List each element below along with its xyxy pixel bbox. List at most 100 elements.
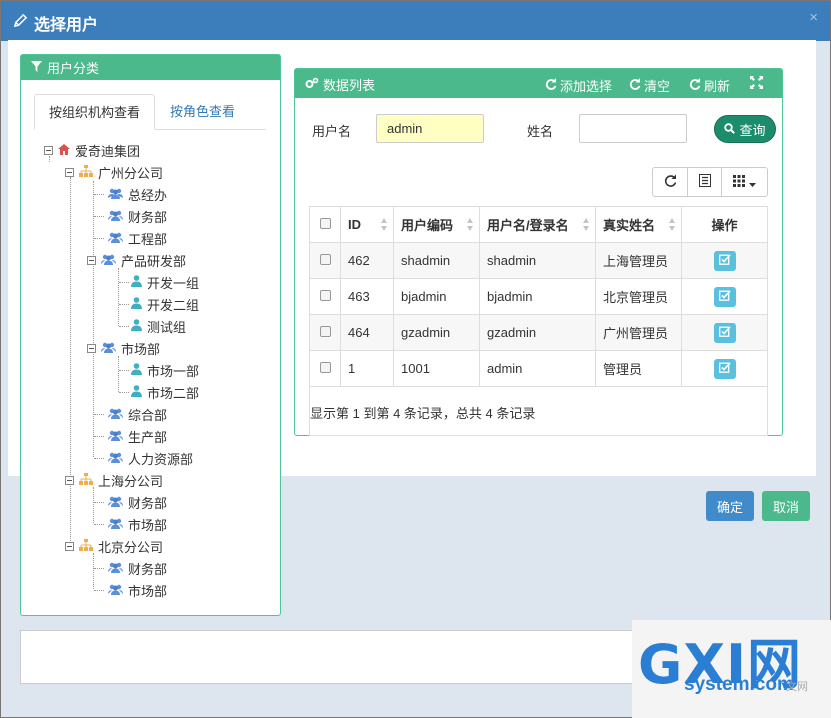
action-cell [681,242,768,279]
sitemap-icon [79,164,93,180]
watermark-domain: system.com [684,674,794,695]
realname-label: 姓名 [527,124,554,139]
collapse-toggle-icon[interactable] [65,167,74,177]
edit-button[interactable] [713,250,736,271]
tree-node-dept[interactable]: 总经办 [108,184,167,204]
tree-label: 产品研发部 [121,253,187,269]
row-select-cell[interactable] [309,242,341,279]
tree-node-dept[interactable]: 综合部 [108,404,167,424]
table-row[interactable]: 464 gzadmin gzadmin 广州管理员 [309,314,768,351]
collapse-toggle-icon[interactable] [44,145,53,155]
edit-icon [718,289,731,304]
collapse-toggle-icon[interactable] [65,541,74,551]
select-all-cell[interactable] [309,206,341,243]
col-login[interactable]: 用户名/登录名 [479,206,596,243]
row-checkbox[interactable] [319,326,331,337]
users-icon [108,429,123,444]
tree-node-group[interactable]: 市场二部 [131,382,199,402]
table-row[interactable]: 462 shadmin shadmin 上海管理员 [309,242,768,279]
columns-button[interactable] [722,167,768,197]
row-checkbox[interactable] [319,290,331,301]
edit-button[interactable] [713,322,736,343]
col-login-label: 用户名/登录名 [487,218,569,233]
col-name-label: 真实姓名 [603,218,656,233]
code-cell: gzadmin [393,314,480,351]
collapse-toggle-icon[interactable] [87,343,96,353]
home-icon [58,143,70,158]
id-cell: 462 [340,242,394,279]
edit-icon [718,361,731,376]
fullscreen-button[interactable] [750,76,763,92]
tree-node-guangzhou[interactable]: 广州分公司 [65,162,163,182]
tree-node-dept[interactable]: 财务部 [108,492,167,512]
table-toolbar [652,167,768,197]
username-input[interactable]: admin [376,114,484,143]
tree-node-dept[interactable]: 财务部 [108,558,167,578]
tree-node-dept[interactable]: 市场部 [108,514,167,534]
tree-label: 市场一部 [147,363,200,379]
row-checkbox[interactable] [319,254,331,265]
tree-label: 开发一组 [147,275,200,291]
realname-input[interactable] [579,114,687,143]
tree-node-dept[interactable]: 工程部 [108,228,167,248]
edit-button[interactable] [713,358,736,379]
name-cell: 管理员 [595,350,682,387]
tree-node-dept[interactable]: 生产部 [108,426,167,446]
tree-label: 综合部 [128,407,168,423]
sort-icon [467,218,474,232]
confirm-button[interactable]: 确定 [706,491,754,521]
tree-node-market[interactable]: 市场部 [87,338,160,358]
table-row[interactable]: 1 1001 admin 管理员 [309,350,768,387]
users-icon [108,561,123,576]
id-cell: 464 [340,314,394,351]
tree-node-group[interactable]: 市场一部 [131,360,199,380]
row-select-cell[interactable] [309,350,341,387]
grid-icon [733,174,745,190]
col-id-label: ID [348,217,361,232]
query-label: 查询 [739,122,766,138]
col-code[interactable]: 用户编码 [393,206,480,243]
tree-node-beijing[interactable]: 北京分公司 [65,536,163,556]
refresh-icon [545,78,557,93]
action-cell [681,350,768,387]
user-icon [131,318,142,334]
pagination-info: 显示第 1 到第 4 条记录，总共 4 条记录 [310,406,536,421]
row-select-cell[interactable] [309,314,341,351]
users-icon [101,253,116,268]
users-icon [108,495,123,510]
add-selection-button[interactable]: 添加选择 [545,76,612,95]
tree-node-dept[interactable]: 财务部 [108,206,167,226]
tree-node-root[interactable]: 爱奇迪集团 [44,140,140,160]
code-cell: bjadmin [393,278,480,315]
collapse-toggle-icon[interactable] [65,475,74,485]
select-all-checkbox[interactable] [319,218,331,229]
tree-node-group[interactable]: 测试组 [131,316,186,336]
login-cell: shadmin [479,242,596,279]
users-icon [108,407,123,422]
row-select-cell[interactable] [309,278,341,315]
col-name[interactable]: 真实姓名 [595,206,682,243]
action-cell [681,314,768,351]
tree-label: 爱奇迪集团 [75,143,141,159]
tree-node-shanghai[interactable]: 上海分公司 [65,470,163,490]
row-checkbox[interactable] [319,362,331,373]
site-watermark: GXI网 system.com 文网 [632,620,831,718]
table-refresh-button[interactable] [652,167,688,197]
cancel-button[interactable]: 取消 [762,491,810,521]
query-button[interactable]: 查询 [714,115,776,143]
tree-node-dept[interactable]: 市场部 [108,580,167,600]
data-list-title-text: 数据列表 [323,78,376,93]
tree-node-group[interactable]: 开发一组 [131,272,199,292]
tree-label: 工程部 [128,231,168,247]
toggle-view-button[interactable] [688,167,722,197]
tree-node-dept[interactable]: 人力资源部 [108,448,193,468]
collapse-toggle-icon[interactable] [87,255,96,265]
edit-button[interactable] [713,286,736,307]
col-id[interactable]: ID [340,206,394,243]
table-row[interactable]: 463 bjadmin bjadmin 北京管理员 [309,278,768,315]
refresh-button[interactable]: 刷新 [689,76,730,95]
tree-node-group[interactable]: 开发二组 [131,294,199,314]
tree-node-rd[interactable]: 产品研发部 [87,250,186,270]
clear-button[interactable]: 清空 [629,76,670,95]
tree-label: 生产部 [128,429,168,445]
